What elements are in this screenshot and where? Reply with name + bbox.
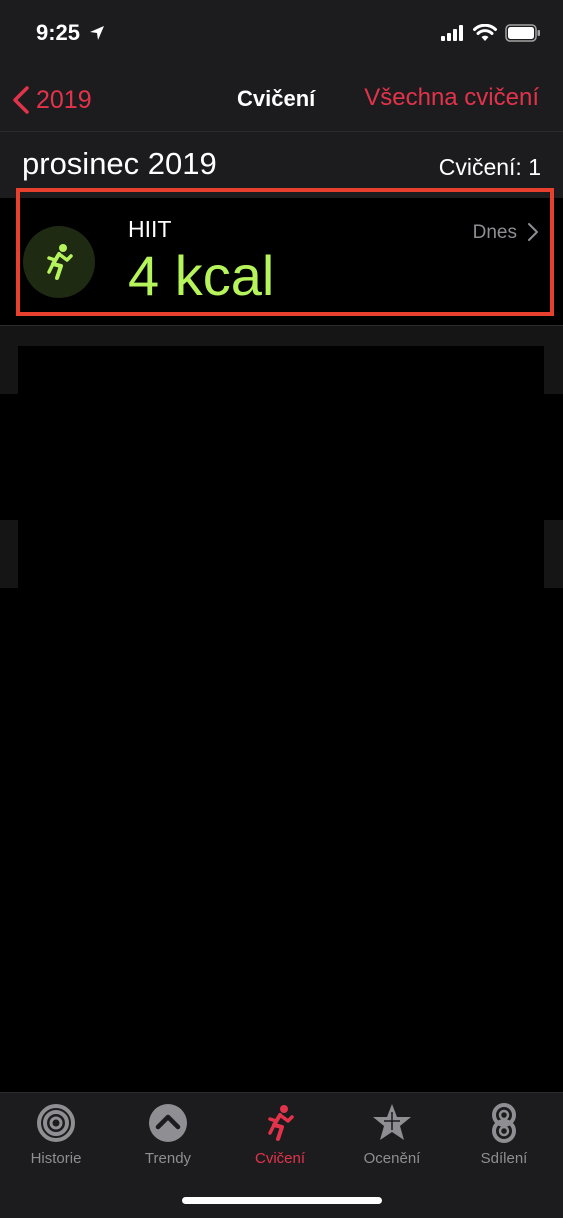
side-band [544, 520, 563, 588]
workout-calories: 4 kcal [128, 244, 275, 307]
side-band [0, 346, 18, 394]
star-award-icon [373, 1104, 411, 1140]
location-arrow-icon [90, 26, 104, 40]
tab-history[interactable]: Historie [0, 1101, 112, 1167]
chevron-left-icon [13, 86, 29, 114]
tab-workouts-label: Cvičení [254, 1150, 306, 1167]
side-band [0, 326, 563, 346]
status-time: 9:25 [36, 20, 81, 45]
page-title: Cvičení [237, 86, 316, 111]
navigation-bar: 2019 Cvičení Všechna cvičení [0, 70, 563, 132]
status-indicators [441, 24, 541, 42]
workout-name: HIIT [128, 216, 172, 242]
tab-trends-label: Trendy [144, 1150, 192, 1167]
side-band [544, 346, 563, 394]
workout-count: Cvičení: 1 [438, 154, 541, 180]
tab-sharing-label: Sdílení [480, 1150, 528, 1167]
month-title: prosinec 2019 [22, 146, 217, 181]
tab-workouts[interactable]: Cvičení [224, 1101, 336, 1167]
workout-date: Dnes [472, 222, 517, 243]
workout-icon-circle [23, 226, 95, 298]
back-button-label: 2019 [36, 85, 92, 114]
trend-arrow-icon [149, 1104, 187, 1142]
side-band [0, 520, 18, 588]
running-figure-icon [268, 1105, 294, 1141]
home-indicator [182, 1197, 382, 1204]
section-header: prosinec 2019 Cvičení: 1 [0, 132, 563, 198]
tab-history-label: Historie [30, 1150, 82, 1167]
wifi-icon [473, 24, 497, 41]
battery-icon [505, 24, 540, 42]
cellular-signal-icon [441, 25, 463, 41]
tab-awards[interactable]: Ocenění [336, 1101, 448, 1167]
tab-sharing[interactable]: Sdílení [448, 1101, 560, 1167]
chevron-right-icon [528, 223, 538, 241]
all-workouts-button[interactable]: Všechna cvičení [364, 84, 539, 112]
rings-icon [37, 1104, 75, 1142]
status-bar: 9:25 [0, 0, 563, 70]
running-figure-icon [47, 244, 73, 280]
tab-awards-label: Ocenění [363, 1150, 421, 1167]
back-button[interactable]: 2019 [12, 82, 92, 118]
content-area [0, 326, 563, 1092]
tab-trends[interactable]: Trendy [112, 1101, 224, 1167]
sharing-rings-icon [492, 1103, 516, 1143]
